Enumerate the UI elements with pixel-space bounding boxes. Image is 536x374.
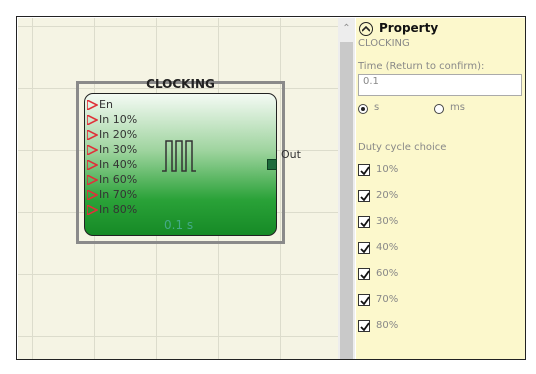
radio-label-ms: ms [450, 102, 465, 113]
checkbox-box[interactable] [358, 164, 370, 176]
duty-checkbox-70[interactable]: 70% [358, 294, 438, 308]
square-wave-icon [162, 140, 196, 172]
duty-checkbox-20[interactable]: 20% [358, 190, 438, 204]
frequency-label: 0.1 s [164, 218, 194, 232]
checkbox-box[interactable] [358, 268, 370, 280]
time-label: Time (Return to confirm): [358, 61, 485, 72]
checkbox-box[interactable] [358, 190, 370, 202]
checkbox-box[interactable] [358, 294, 370, 306]
radio-unselected-icon [434, 104, 444, 114]
duty-checkbox-40[interactable]: 40% [358, 242, 438, 256]
radio-selected-icon [358, 104, 368, 114]
duty-checkbox-80[interactable]: 80% [358, 320, 438, 334]
pin-label: In 40% [99, 158, 138, 171]
checkbox-label: 30% [376, 216, 399, 227]
pin-arrow-icon [87, 175, 98, 185]
check-icon [360, 218, 370, 228]
checkbox-label: 10% [376, 164, 399, 175]
checkbox-label: 80% [376, 320, 399, 331]
property-title: Property [379, 21, 439, 35]
diagram-canvas[interactable]: CLOCKING En In 10% In 20% In 30% In 40% [18, 18, 338, 359]
output-port[interactable] [267, 159, 277, 170]
scroll-up-arrow-icon[interactable]: ⌃ [338, 22, 355, 36]
pin-arrow-icon [87, 145, 98, 155]
vertical-scrollbar[interactable]: ⌃ [338, 18, 355, 359]
property-subtitle: CLOCKING [358, 38, 410, 49]
check-icon [360, 322, 370, 332]
checkbox-box[interactable] [358, 320, 370, 332]
pin-arrow-icon [87, 130, 98, 140]
pin-label: In 30% [99, 143, 138, 156]
scroll-thumb[interactable] [340, 42, 353, 359]
block-title: CLOCKING [146, 77, 215, 91]
output-label: Out [281, 148, 301, 161]
pin-label: In 60% [99, 173, 138, 186]
radio-label-s: s [374, 102, 380, 113]
pin-arrow-icon [87, 190, 98, 200]
check-icon [360, 166, 370, 176]
duty-checkbox-10[interactable]: 10% [358, 164, 438, 178]
duty-cycle-label: Duty cycle choice [358, 142, 447, 153]
checkbox-box[interactable] [358, 242, 370, 254]
app-window: CLOCKING En In 10% In 20% In 30% In 40% [16, 16, 526, 360]
time-input[interactable]: 0.1 [358, 74, 522, 96]
check-icon [360, 270, 370, 280]
duty-checkbox-60[interactable]: 60% [358, 268, 438, 282]
pin-arrow-icon [87, 205, 98, 215]
property-panel: Property CLOCKING Time (Return to confir… [356, 18, 525, 359]
chevron-up-icon[interactable] [359, 22, 373, 36]
pin-label: In 70% [99, 188, 138, 201]
check-icon [360, 296, 370, 306]
check-icon [360, 244, 370, 254]
checkbox-box[interactable] [358, 216, 370, 228]
pin-label: In 20% [99, 128, 138, 141]
pin-arrow-icon [87, 160, 98, 170]
checkbox-label: 60% [376, 268, 399, 279]
pin-arrow-icon [87, 115, 98, 125]
pin-arrow-icon [87, 100, 98, 110]
checkbox-label: 40% [376, 242, 399, 253]
check-icon [360, 192, 370, 202]
duty-checkbox-30[interactable]: 30% [358, 216, 438, 230]
checkbox-label: 70% [376, 294, 399, 305]
pin-label: In 80% [99, 203, 138, 216]
checkbox-label: 20% [376, 190, 399, 201]
pin-label: In 10% [99, 113, 138, 126]
pin-label: En [99, 98, 113, 111]
